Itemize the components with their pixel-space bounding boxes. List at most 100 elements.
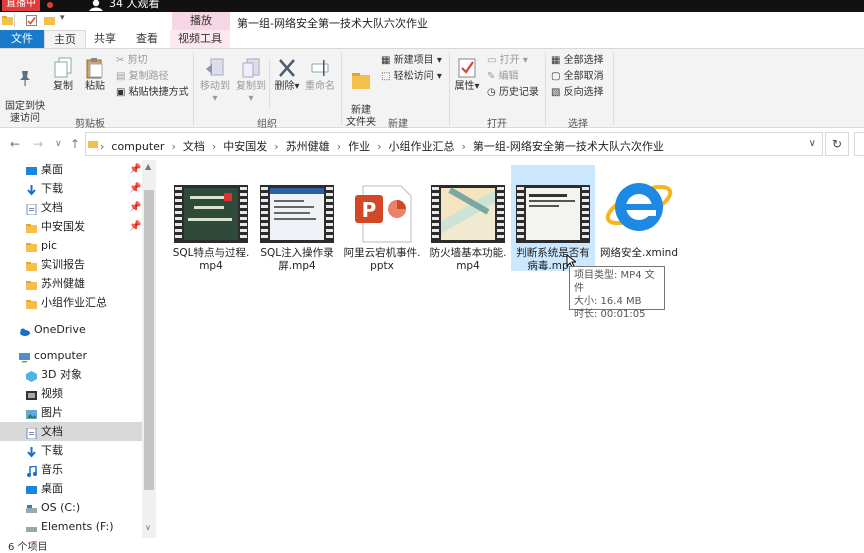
select-all-button[interactable]: ▦ 全部选择 (551, 55, 604, 67)
pin-icon[interactable]: 📌 (129, 198, 141, 217)
nav-item-quick[interactable]: 苏州健雄 (0, 274, 142, 293)
customize-qa-chevron-icon[interactable]: ▾ (60, 13, 71, 24)
properties-button[interactable]: 属性▾ (452, 57, 482, 93)
paste-shortcut-button[interactable]: ▣ 粘贴快捷方式 (116, 87, 189, 99)
new-item-button[interactable]: ▦ 新建项目 ▾ (381, 55, 442, 67)
nav-scroll-thumb[interactable] (144, 190, 154, 490)
nav-item-quick[interactable]: 下载 📌 (0, 179, 142, 198)
drive-c-icon (26, 502, 37, 513)
breadcrumb-chevron-icon[interactable]: › (462, 140, 466, 153)
breadcrumb-item[interactable]: 作业 (348, 140, 370, 153)
nav-item-computer-child[interactable]: 文档 (0, 422, 142, 441)
address-dropdown-chevron-icon[interactable]: ∨ (809, 138, 816, 149)
nav-item-computer-child[interactable]: 视频 (0, 384, 142, 403)
nav-item-quick[interactable]: pic (0, 236, 142, 255)
breadcrumb-chevron-icon[interactable]: › (212, 140, 216, 153)
pin-icon (20, 71, 30, 86)
copy-button[interactable]: 复制 (50, 57, 76, 93)
select-none-button[interactable]: ▢ 全部取消 (551, 71, 604, 83)
breadcrumb-item[interactable]: 小组作业汇总 (389, 140, 455, 153)
file-name: 网络安全.xmind (599, 247, 679, 259)
pin-icon[interactable]: 📌 (129, 179, 141, 198)
rename-button[interactable]: 重命名 (303, 57, 337, 93)
tab-share[interactable]: 共享 (87, 30, 123, 48)
tab-view[interactable]: 查看 (128, 30, 166, 48)
breadcrumb-item[interactable]: computer (111, 140, 164, 153)
open-chevron-icon: ▾ (522, 55, 528, 66)
breadcrumb-item[interactable]: 苏州健雄 (286, 140, 330, 153)
properties-check-icon[interactable] (26, 15, 37, 26)
nav-item-computer-child[interactable]: 3D 对象 (0, 365, 142, 384)
delete-button[interactable]: 删除▾ (273, 57, 301, 93)
breadcrumb-item[interactable]: 第一组-网络安全第一技术大队六次作业 (473, 140, 664, 153)
tab-home[interactable]: 主页 (44, 30, 86, 48)
breadcrumb-chevron-icon[interactable]: › (100, 140, 104, 153)
nav-item-computer[interactable]: computer (0, 346, 142, 365)
scroll-down-chevron-icon[interactable]: ∨ (145, 523, 151, 532)
history-button[interactable]: ◷ 历史记录 (487, 87, 539, 99)
pin-quick-access-button[interactable]: 固定到快 速访问 (3, 57, 47, 125)
nav-item-quick[interactable]: 桌面 📌 (0, 160, 142, 179)
forward-arrow-icon[interactable]: → (33, 137, 43, 151)
download-arrow-icon (26, 183, 37, 196)
nav-label: 音乐 (41, 463, 63, 476)
invert-selection-button[interactable]: ▧ 反向选择 (551, 87, 604, 99)
nav-item-quick[interactable]: 小组作业汇总 (0, 293, 142, 312)
cut-button[interactable]: ✂ 剪切 (116, 55, 148, 67)
open-button[interactable]: ▭ 打开 ▾ (487, 55, 528, 67)
breadcrumb-chevron-icon[interactable]: › (337, 140, 341, 153)
nav-item-onedrive[interactable]: OneDrive (0, 320, 142, 339)
file-item[interactable]: P 阿里云宕机事件. pptx (340, 165, 424, 272)
properties-label: 属性 (454, 81, 475, 92)
copy-path-button[interactable]: ▤ 复制路径 (116, 71, 169, 83)
item-count: 6 个项目 (8, 542, 48, 553)
file-item[interactable]: 网络安全.xmind (597, 165, 681, 271)
breadcrumb-chevron-icon[interactable]: › (171, 140, 175, 153)
breadcrumb-item[interactable]: 中安国发 (223, 140, 267, 153)
group-divider (613, 53, 614, 125)
paste-shortcut-label: 粘贴快捷方式 (128, 87, 189, 98)
recent-locations-chevron-icon[interactable]: ∨ (55, 139, 62, 149)
edit-button[interactable]: ✎ 编辑 (487, 71, 519, 83)
file-item[interactable]: 防火墙基本功能. mp4 (426, 165, 510, 272)
tab-video-tools[interactable]: 视频工具 (170, 30, 230, 48)
paste-button[interactable]: 粘贴 (82, 57, 108, 93)
nav-item-quick[interactable]: 实训报告 (0, 255, 142, 274)
file-item[interactable]: SQL注入操作录 屏.mp4 (255, 165, 339, 272)
move-to-button[interactable]: 移动到▾ (198, 57, 232, 105)
address-bar[interactable]: › computer › 文档 › 中安国发 › 苏州健雄 › 作业 › 小组作业汇总 › 第一组-网络安… (85, 132, 823, 156)
play-context-tab[interactable]: 播放 (172, 12, 230, 30)
nav-item-computer-child[interactable]: 图片 (0, 403, 142, 422)
up-arrow-icon[interactable]: ↑ (70, 137, 80, 151)
nav-item-computer-child[interactable]: 下载 (0, 441, 142, 460)
file-item-selected[interactable]: 判断系统是否有 病毒.mp... (511, 165, 595, 272)
breadcrumb-chevron-icon[interactable]: › (377, 140, 381, 153)
nav-item-computer-child[interactable]: 音乐 (0, 460, 142, 479)
pin-icon[interactable]: 📌 (129, 217, 141, 236)
search-input[interactable] (854, 132, 864, 156)
scroll-up-chevron-icon[interactable]: ▲ (145, 162, 151, 171)
pin-icon[interactable]: 📌 (129, 160, 141, 179)
nav-item-computer-child[interactable]: Elements (F:) (0, 517, 142, 536)
easy-access-button[interactable]: ⬚ 轻松访问 ▾ (381, 71, 442, 83)
breadcrumb-item[interactable]: 文档 (183, 140, 205, 153)
breadcrumb-chevron-icon[interactable]: › (274, 140, 278, 153)
easy-access-label: 轻松访问 (393, 71, 434, 82)
new-folder-icon[interactable] (44, 15, 55, 26)
back-arrow-icon[interactable]: ← (10, 137, 20, 151)
nav-item-quick[interactable]: 文档 📌 (0, 198, 142, 217)
open-label: 打开 (499, 55, 520, 66)
refresh-icon[interactable]: ↻ (825, 132, 849, 156)
nav-label: 桌面 (41, 482, 63, 495)
new-folder-button[interactable]: 新建 文件夹 (344, 57, 378, 129)
copy-to-button[interactable]: 复制到▾ (234, 57, 268, 105)
file-item[interactable]: SQL特点与过程. mp4 (169, 165, 253, 272)
file-name: 防火墙基本功能. mp4 (429, 247, 507, 272)
nav-item-computer-child[interactable]: OS (C:) (0, 498, 142, 517)
pictures-icon (26, 407, 37, 419)
internet-explorer-icon (602, 183, 676, 243)
nav-item-quick[interactable]: 中安国发 📌 (0, 217, 142, 236)
nav-item-computer-child[interactable]: 桌面 (0, 479, 142, 498)
new-folder-label: 新建 文件夹 (346, 105, 376, 128)
tab-file[interactable]: 文件 (0, 30, 44, 48)
